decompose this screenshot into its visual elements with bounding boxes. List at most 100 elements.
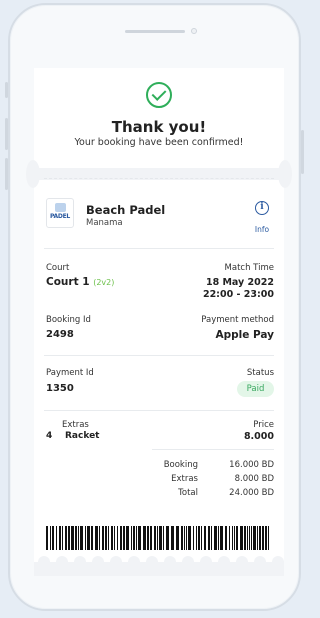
barcode-bar <box>111 526 113 550</box>
barcode-bar <box>232 526 233 550</box>
barcode-bar <box>220 526 223 550</box>
barcode-bar <box>56 526 57 550</box>
barcode-bar <box>154 526 156 550</box>
divider <box>44 248 274 249</box>
barcode-bar <box>85 526 86 550</box>
ticket-scalloped-edge <box>34 556 284 576</box>
scallop-notch <box>200 556 212 568</box>
info-button-label[interactable]: Info <box>244 225 280 234</box>
barcode-bar <box>247 526 248 550</box>
barcode-bar <box>268 526 269 550</box>
confirmation-header: Thank you! Your booking have been confir… <box>34 68 284 168</box>
booking-barcode <box>46 526 269 550</box>
summary-booking-value: 16.000 BD <box>229 460 274 470</box>
summary-booking-label: Booking <box>163 460 198 470</box>
barcode-bar <box>253 526 256 550</box>
venue-name: Beach Padel <box>86 203 166 217</box>
barcode-bar <box>262 526 264 550</box>
barcode-bar <box>244 526 246 550</box>
match-time: 22:00 - 23:00 <box>202 289 274 300</box>
barcode-bar <box>166 526 169 550</box>
barcode-bar <box>105 526 107 550</box>
barcode-bar <box>62 526 63 550</box>
check-circle-icon <box>146 82 172 108</box>
barcode-bar <box>240 526 243 550</box>
barcode-bar <box>95 526 98 550</box>
scallop-notch <box>164 556 176 568</box>
barcode-bar <box>259 526 261 550</box>
barcode-bar <box>188 526 191 550</box>
scallop-notch <box>218 556 230 568</box>
extras-item: Racket <box>65 431 100 441</box>
barcode-bar <box>123 526 125 550</box>
barcode-bar <box>99 526 100 550</box>
barcode-bar <box>214 526 217 550</box>
scallop-notch <box>74 556 86 568</box>
barcode-bar <box>117 526 118 550</box>
scallop-notch <box>110 556 122 568</box>
scallop-notch <box>92 556 104 568</box>
barcode-bar <box>163 526 164 550</box>
barcode-bar <box>138 526 141 550</box>
barcode-bar <box>176 526 179 550</box>
phone-volume-up-button <box>5 118 8 150</box>
payment-method-label: Payment method <box>201 315 274 325</box>
barcode-bar <box>147 526 149 550</box>
barcode-bar <box>133 526 135 550</box>
barcode-bar <box>114 526 115 550</box>
court-value: Court 1 (2v2) <box>46 276 114 288</box>
venue-logo-text: PADEL <box>50 213 70 220</box>
match-time-label: Match Time <box>224 263 274 273</box>
barcode-bar <box>131 526 132 550</box>
summary-total-label: Total <box>178 488 198 498</box>
venue-logo: PADEL <box>46 198 74 228</box>
barcode-bar <box>159 526 162 550</box>
barcode-bar <box>181 526 183 550</box>
page-title: Thank you! <box>111 118 207 136</box>
match-date: 18 May 2022 <box>205 277 274 288</box>
status-label: Status <box>246 368 274 378</box>
confirmation-message: Your booking have been confirmed! <box>74 137 244 148</box>
scallop-notch <box>254 556 266 568</box>
barcode-bar <box>249 526 250 550</box>
extras-label: Extras <box>62 420 89 430</box>
barcode-bar <box>68 526 70 550</box>
barcode-bar <box>91 526 93 550</box>
barcode-bar <box>78 526 79 550</box>
info-icon[interactable]: i <box>255 201 269 215</box>
barcode-bar <box>65 526 67 550</box>
court-format: (2v2) <box>93 278 115 287</box>
phone-power-button <box>301 130 304 174</box>
barcode-bar <box>236 526 238 550</box>
phone-speaker <box>125 30 185 33</box>
barcode-bar <box>75 526 77 550</box>
scallop-notch <box>146 556 158 568</box>
summary-extras-label: Extras <box>171 474 198 484</box>
booking-id-label: Booking Id <box>46 315 91 325</box>
barcode-bar <box>234 526 235 550</box>
barcode-bar <box>208 526 210 550</box>
barcode-bar <box>211 526 212 550</box>
barcode-bar <box>80 526 83 550</box>
payment-method: Apple Pay <box>215 329 274 341</box>
barcode-bar <box>87 526 90 550</box>
barcode-bar <box>46 526 48 550</box>
price-label: Price <box>253 420 274 430</box>
barcode-bar <box>50 526 51 550</box>
payment-id: 1350 <box>46 383 74 394</box>
barcode-bar <box>225 526 227 550</box>
barcode-bar <box>198 526 200 550</box>
extras-price: 8.000 <box>243 431 274 442</box>
barcode-bar <box>108 526 109 550</box>
barcode-bar <box>265 526 267 550</box>
barcode-bar <box>52 526 54 550</box>
booking-receipt-card: Thank you! Your booking have been confir… <box>26 68 292 572</box>
barcode-bar <box>201 526 202 550</box>
barcode-bar <box>193 526 194 550</box>
barcode-bar <box>186 526 187 550</box>
phone-mute-switch <box>5 82 8 98</box>
divider <box>44 355 274 356</box>
barcode-bar <box>126 526 129 550</box>
phone-volume-down-button <box>5 158 8 190</box>
booking-id: 2498 <box>46 329 74 340</box>
